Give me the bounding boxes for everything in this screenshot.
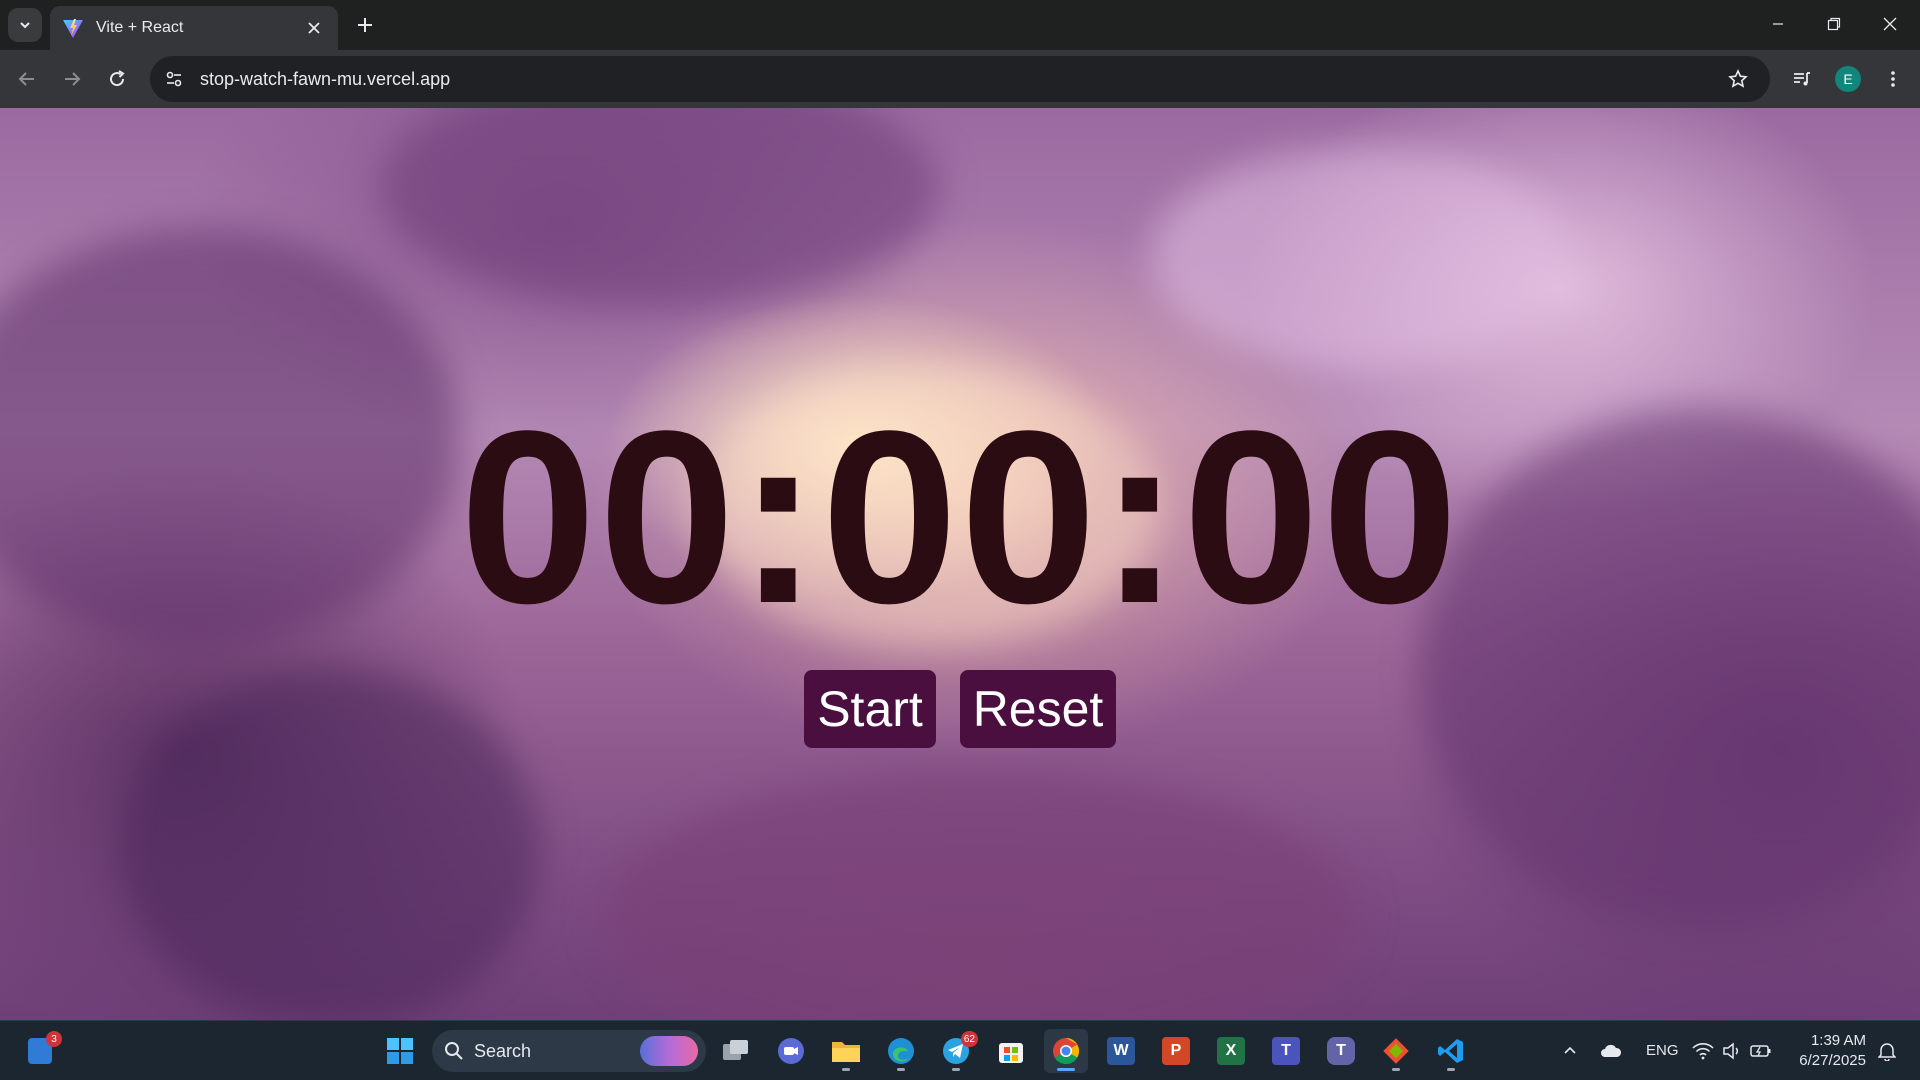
profile-avatar[interactable]: E (1835, 66, 1861, 92)
more-vertical-icon (1891, 71, 1895, 87)
new-tab-button[interactable] (350, 10, 380, 40)
excel-icon: X (1217, 1037, 1245, 1065)
onedrive-button[interactable] (1589, 1029, 1633, 1073)
arrow-left-icon (18, 72, 34, 86)
vite-logo-icon (63, 19, 83, 38)
bookmark-button[interactable] (1720, 61, 1756, 97)
arrow-right-icon (65, 72, 81, 86)
site-info-button[interactable] (156, 61, 192, 97)
browser-tab-strip: Vite + React (0, 0, 1920, 50)
windows-logo-icon (387, 1038, 413, 1064)
restore-button[interactable] (1806, 0, 1862, 48)
taskbar-teams[interactable]: T (1319, 1029, 1363, 1073)
address-bar[interactable]: stop-watch-fawn-mu.vercel.app (150, 56, 1770, 102)
close-icon (1883, 17, 1897, 31)
taskbar-file-explorer[interactable] (824, 1029, 868, 1073)
tune-icon (166, 71, 182, 87)
forward-button[interactable] (55, 62, 89, 96)
notifications-button[interactable] (1870, 1029, 1904, 1073)
cloud-icon (1601, 1044, 1622, 1057)
git-icon (1383, 1038, 1409, 1064)
browser-tab-active[interactable]: Vite + React (50, 6, 338, 50)
plus-icon (358, 18, 372, 32)
search-label: Search (474, 1040, 532, 1061)
tab-close-button[interactable] (302, 16, 326, 40)
telegram-badge: 62 (960, 1031, 978, 1047)
taskbar-git-gui[interactable] (1374, 1029, 1418, 1073)
minimize-button[interactable] (1750, 0, 1806, 48)
teams-icon: T (1327, 1037, 1355, 1065)
zoom-icon (778, 1038, 804, 1064)
clock-time: 1:39 AM (1810, 1032, 1866, 1049)
taskbar-search[interactable]: Search (432, 1030, 706, 1072)
taskbar-vscode[interactable] (1429, 1029, 1473, 1073)
reload-icon (110, 70, 125, 87)
chrome-icon (1053, 1037, 1080, 1065)
stopwatch-controls: Start Reset (0, 670, 1920, 748)
taskbar-powerpoint[interactable]: P (1154, 1029, 1198, 1073)
clock-date: 6/27/2025 (1799, 1052, 1866, 1069)
chevron-down-icon (20, 22, 30, 29)
search-highlight-art (640, 1036, 698, 1066)
show-hidden-icons-button[interactable] (1548, 1029, 1592, 1073)
taskbar-excel[interactable]: X (1209, 1029, 1253, 1073)
stopwatch-display: 00:00:00 (459, 380, 1461, 655)
page-viewport: 00:00:00 Start Reset (0, 108, 1920, 1020)
taskbar-teams-classic[interactable]: T (1264, 1029, 1308, 1073)
teams-classic-icon: T (1272, 1037, 1300, 1065)
widgets-badge: 3 (46, 1031, 62, 1047)
url-text: stop-watch-fawn-mu.vercel.app (200, 68, 451, 89)
start-button-windows[interactable] (378, 1029, 422, 1073)
taskbar-word[interactable]: W (1099, 1029, 1143, 1073)
tab-title: Vite + React (96, 19, 184, 36)
star-icon (1728, 69, 1748, 88)
taskbar-telegram[interactable]: 62 (934, 1029, 978, 1073)
tab-search-button[interactable] (8, 8, 42, 42)
taskbar-chrome[interactable] (1044, 1029, 1088, 1073)
restore-icon (1827, 17, 1841, 31)
folder-icon (832, 1042, 860, 1062)
chevron-up-icon (1564, 1046, 1576, 1054)
store-icon (999, 1043, 1023, 1063)
vscode-icon (1438, 1039, 1463, 1063)
queue-music-icon (1794, 72, 1810, 86)
media-control-button[interactable] (1785, 62, 1819, 96)
powerpoint-icon: P (1162, 1037, 1190, 1065)
bell-icon (1878, 1043, 1896, 1061)
chrome-menu-button[interactable] (1876, 62, 1910, 96)
back-button[interactable] (10, 62, 44, 96)
minimize-icon (1773, 23, 1783, 25)
close-window-button[interactable] (1862, 0, 1918, 48)
search-icon (445, 1042, 463, 1060)
browser-toolbar: stop-watch-fawn-mu.vercel.app E (0, 50, 1920, 108)
taskbar-edge[interactable] (879, 1029, 923, 1073)
reload-button[interactable] (100, 62, 134, 96)
system-clock[interactable]: 1:39 AM 6/27/2025 (1786, 1031, 1866, 1071)
edge-icon (888, 1038, 914, 1064)
wifi-icon (1692, 1043, 1714, 1060)
task-view-icon (723, 1040, 748, 1060)
reset-button[interactable]: Reset (960, 670, 1116, 748)
volume-icon (1723, 1042, 1739, 1060)
battery-icon (1750, 1045, 1771, 1057)
start-button[interactable]: Start (804, 670, 936, 748)
close-icon (308, 22, 320, 34)
word-icon: W (1107, 1037, 1135, 1065)
task-view-button[interactable] (714, 1029, 758, 1073)
quick-settings-button[interactable] (1684, 1029, 1780, 1073)
taskbar-microsoft-store[interactable] (989, 1029, 1033, 1073)
windows-taskbar: 3 Search 62 W P X T T ENG 1:39 AM 6/27/2… (0, 1020, 1920, 1080)
taskbar-zoom[interactable] (769, 1029, 813, 1073)
language-indicator[interactable]: ENG (1646, 1042, 1679, 1059)
widgets-button[interactable]: 3 (18, 1029, 62, 1073)
